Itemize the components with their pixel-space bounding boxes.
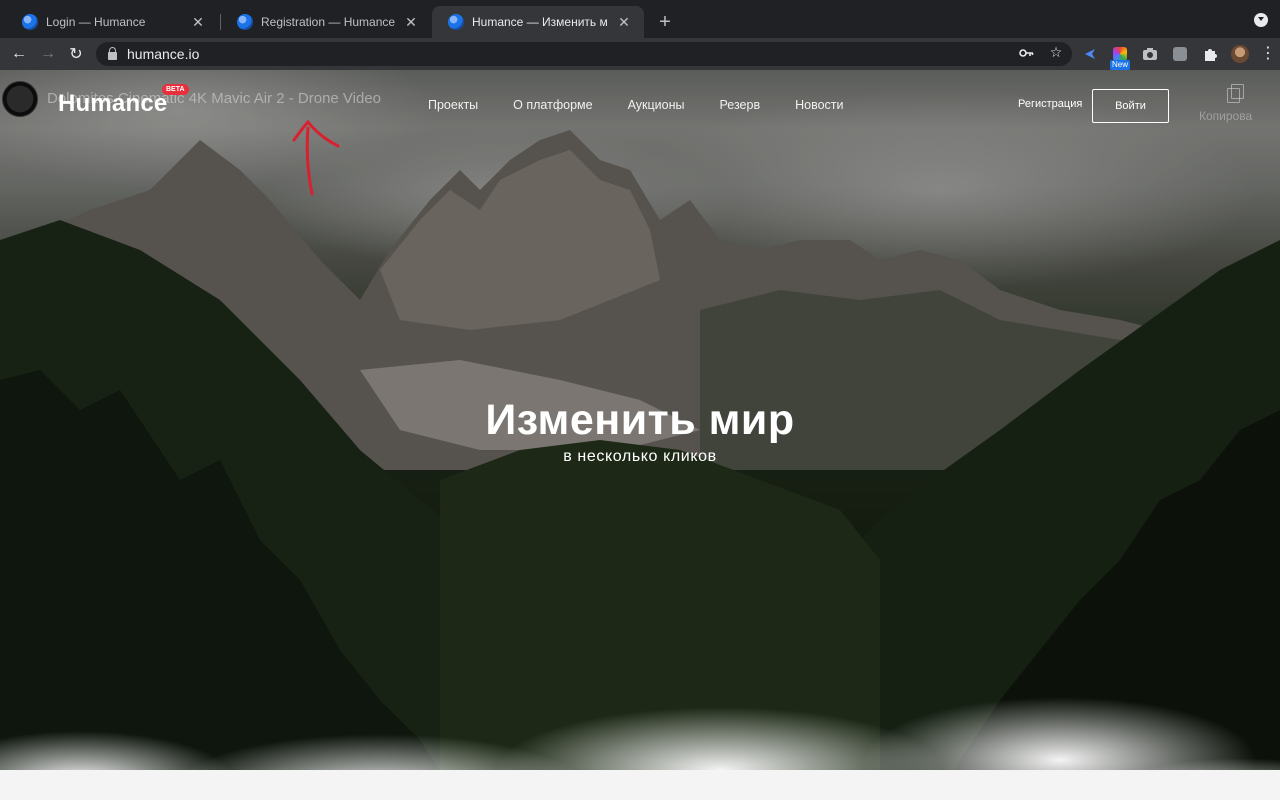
tab-login[interactable]: Login — Humance ✕ [6, 6, 218, 38]
extensions-puzzle-icon[interactable] [1198, 42, 1222, 66]
bookmark-star-icon[interactable]: ☆ [1048, 44, 1064, 61]
tile-icon [1173, 47, 1187, 61]
globe-favicon-icon [448, 14, 464, 30]
extensions-area: New ⋮ [1078, 42, 1278, 70]
new-tab-button[interactable]: + [654, 12, 676, 34]
channel-avatar[interactable] [2, 81, 38, 117]
hero-title: Изменить мир [485, 396, 795, 444]
site-logo[interactable]: Humance [58, 90, 167, 118]
register-link[interactable]: Регистрация [1018, 98, 1082, 110]
avatar-icon [1231, 45, 1249, 63]
new-badge: New [1110, 60, 1131, 70]
globe-favicon-icon [237, 14, 253, 30]
nav-auctions[interactable]: Аукционы [628, 98, 685, 112]
key-icon[interactable] [1018, 45, 1034, 61]
globe-favicon-icon [22, 14, 38, 30]
menu-dots-icon[interactable]: ⋮ [1258, 46, 1278, 62]
omnibox-actions: ☆ [1018, 44, 1064, 61]
nav-reserve[interactable]: Резерв [719, 98, 760, 112]
tab-title: Humance — Изменить мир в н [472, 15, 608, 29]
reload-button[interactable]: ↻ [62, 40, 90, 68]
page-viewport: Dolomites Cinematic 4K Mavic Air 2 - Dro… [0, 70, 1280, 800]
beta-badge: BETA [162, 84, 189, 95]
close-icon[interactable]: ✕ [190, 14, 206, 30]
tab-humance-home[interactable]: Humance — Изменить мир в н ✕ [432, 6, 644, 38]
copy-label[interactable]: Копирова [1199, 109, 1252, 123]
extension-tile-icon[interactable] [1168, 42, 1192, 66]
close-icon[interactable]: ✕ [616, 14, 632, 30]
rainbow-icon [1113, 47, 1127, 61]
tab-title: Login — Humance [46, 15, 146, 29]
main-nav: Проекты О платформе Аукционы Резерв Ново… [428, 98, 843, 112]
nav-news[interactable]: Новости [795, 98, 843, 112]
back-button[interactable]: ← [5, 40, 33, 68]
hero-subtitle: в несколько кликов [563, 448, 717, 465]
tab-search-icon[interactable] [1254, 13, 1268, 27]
nav-about-platform[interactable]: О платформе [513, 98, 592, 112]
profile-avatar[interactable] [1228, 42, 1252, 66]
lock-icon[interactable] [108, 46, 117, 60]
nav-projects[interactable]: Проекты [428, 98, 478, 112]
tab-title: Registration — Humance [261, 15, 395, 29]
url-text[interactable]: humance.io [127, 46, 199, 62]
extension-rainbow-icon[interactable]: New [1108, 42, 1132, 70]
address-bar[interactable]: humance.io ☆ [96, 42, 1072, 66]
fog-base [0, 770, 1280, 800]
forward-button[interactable]: → [34, 40, 62, 68]
tab-registration[interactable]: Registration — Humance ✕ [221, 6, 431, 38]
annotation-arrow-icon [292, 119, 340, 196]
copy-icon[interactable] [1227, 84, 1244, 103]
browser-toolbar: ← → ↻ humance.io ☆ New ⋮ [0, 38, 1280, 70]
extension-share-icon[interactable] [1078, 42, 1102, 66]
login-button[interactable]: Войти [1092, 89, 1169, 123]
tab-strip: Login — Humance ✕ Registration — Humance… [0, 0, 1280, 38]
close-icon[interactable]: ✕ [403, 14, 419, 30]
extension-camera-icon[interactable] [1138, 42, 1162, 66]
